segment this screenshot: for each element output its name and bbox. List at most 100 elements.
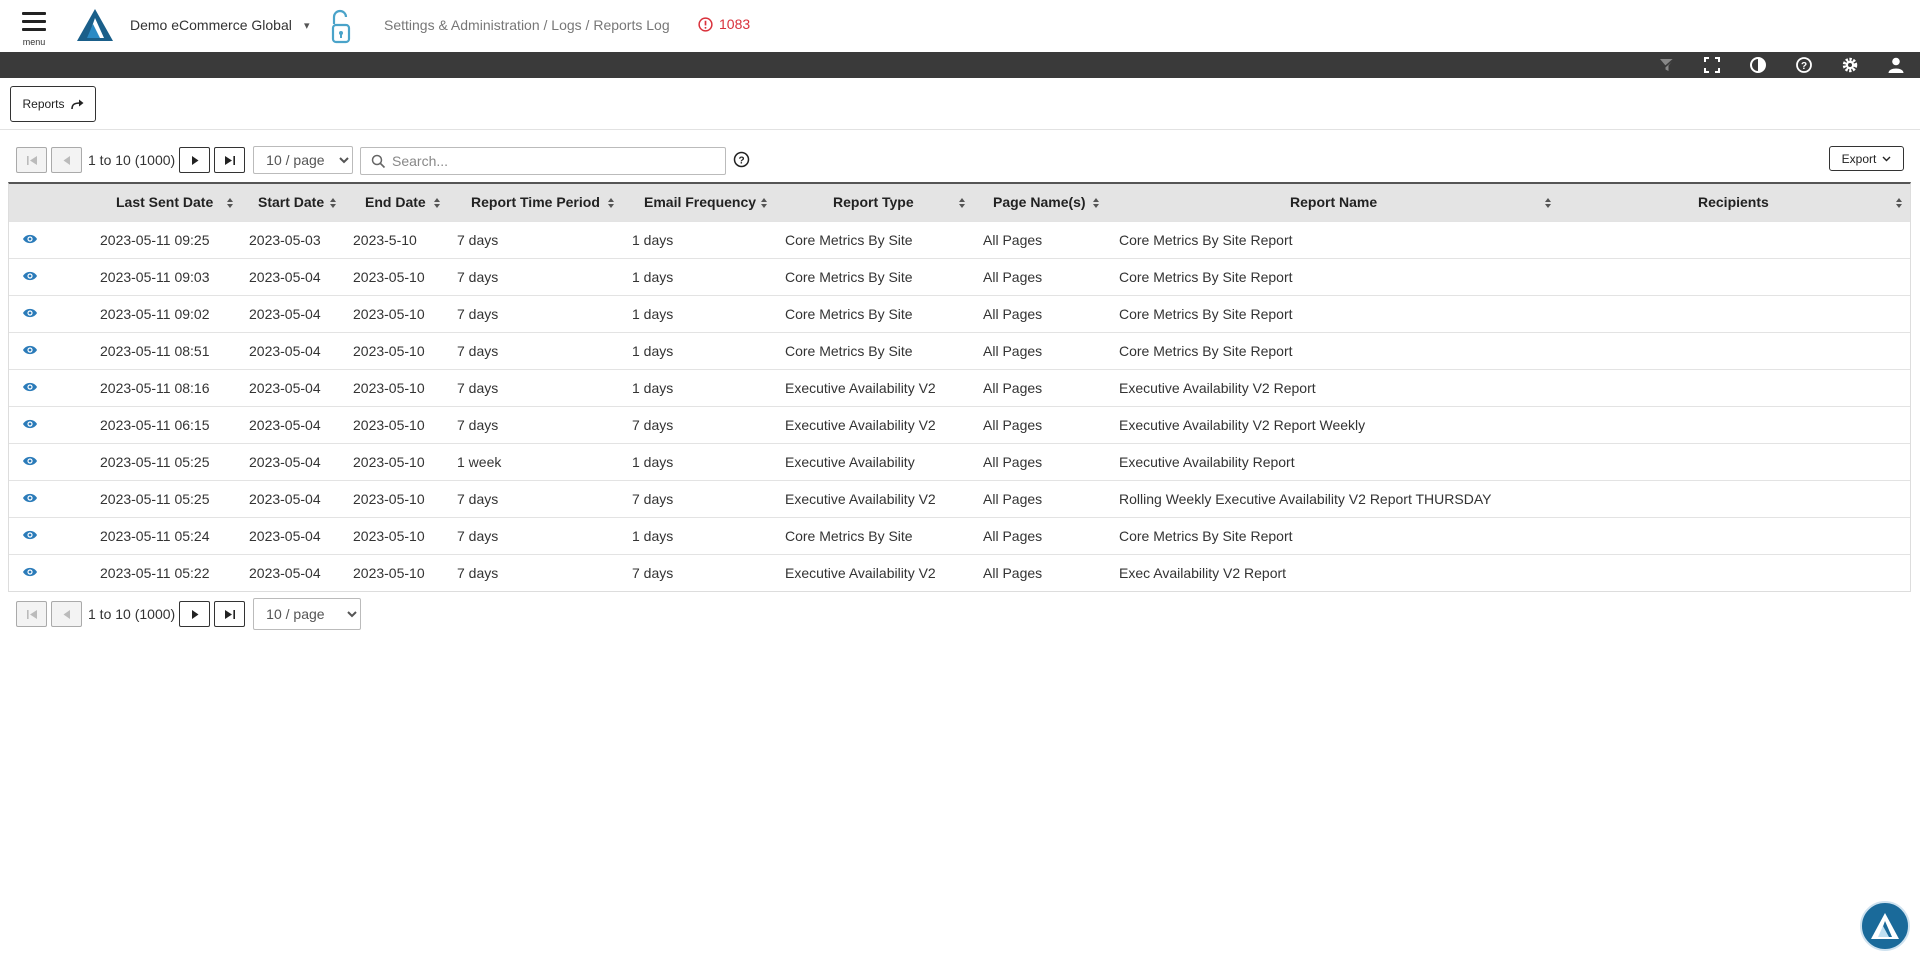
cell-last-sent-date: 2023-05-11 06:15	[100, 417, 210, 433]
search-help-icon[interactable]: ?	[733, 151, 750, 168]
cell-report-name: Executive Availability V2 Report	[1119, 380, 1316, 396]
cell-email-frequency: 1 days	[632, 343, 674, 359]
cell-last-sent-date: 2023-05-11 05:24	[100, 528, 210, 544]
cell-start-date: 2023-05-03	[249, 232, 321, 248]
breadcrumb[interactable]: Settings & Administration / Logs / Repor…	[384, 17, 670, 33]
col-header-recipients[interactable]: Recipients	[1698, 184, 1769, 221]
next-page-button[interactable]	[179, 601, 211, 627]
page-size-select[interactable]: 10 / page 25 / page 50 / page 100 / page	[253, 146, 354, 174]
table-row: 2023-05-11 05:25 2023-05-04 2023-05-10 1…	[9, 443, 1910, 480]
help-icon[interactable]: ?	[1795, 56, 1813, 74]
col-header-report-name[interactable]: Report Name	[1290, 184, 1377, 221]
cell-report-time-period: 7 days	[457, 269, 499, 285]
view-eye-icon[interactable]	[22, 455, 38, 467]
col-header-page-names[interactable]: Page Name(s)	[993, 184, 1086, 221]
cell-last-sent-date: 2023-05-11 09:25	[100, 232, 210, 248]
next-page-icon	[191, 155, 199, 165]
menu-button[interactable]: menu	[20, 10, 48, 47]
alert-indicator[interactable]: 1083	[698, 16, 750, 32]
table-row: 2023-05-11 05:24 2023-05-04 2023-05-10 7…	[9, 517, 1910, 554]
cell-report-time-period: 7 days	[457, 417, 499, 433]
prev-page-icon	[63, 155, 70, 165]
cell-email-frequency: 1 days	[632, 306, 674, 322]
sort-icon[interactable]	[958, 197, 966, 209]
col-header-email-frequency[interactable]: Email Frequency	[644, 184, 756, 221]
cell-start-date: 2023-05-04	[249, 343, 321, 359]
col-header-start-date[interactable]: Start Date	[258, 184, 324, 221]
user-icon[interactable]	[1887, 56, 1905, 74]
search-input[interactable]	[392, 149, 712, 173]
last-page-button[interactable]	[214, 601, 246, 627]
view-eye-icon[interactable]	[22, 529, 38, 541]
cell-report-time-period: 7 days	[457, 528, 499, 544]
share-arrow-icon	[70, 99, 84, 109]
last-page-icon	[224, 155, 235, 165]
prev-page-button[interactable]	[51, 147, 82, 173]
view-eye-icon[interactable]	[22, 233, 38, 245]
view-eye-icon[interactable]	[22, 344, 38, 356]
view-eye-icon[interactable]	[22, 270, 38, 282]
assistant-button[interactable]	[1860, 901, 1910, 951]
cell-last-sent-date: 2023-05-11 09:03	[100, 269, 210, 285]
view-eye-icon[interactable]	[22, 307, 38, 319]
cell-start-date: 2023-05-04	[249, 454, 321, 470]
sort-icon[interactable]	[226, 197, 234, 209]
gear-icon[interactable]	[1841, 56, 1859, 74]
sort-icon[interactable]	[433, 197, 441, 209]
filter-icon[interactable]	[1658, 56, 1676, 74]
view-eye-icon[interactable]	[22, 381, 38, 393]
brand-logo-icon[interactable]	[76, 8, 114, 42]
org-dropdown-icon[interactable]: ▾	[304, 19, 310, 32]
cell-report-name: Exec Availability V2 Report	[1119, 565, 1287, 581]
cell-last-sent-date: 2023-05-11 08:51	[100, 343, 210, 359]
cell-report-type: Executive Availability	[785, 454, 915, 470]
alert-count: 1083	[719, 16, 751, 32]
cell-page-names: All Pages	[983, 380, 1043, 396]
cell-email-frequency: 1 days	[632, 380, 674, 396]
last-page-button[interactable]	[214, 147, 246, 173]
svg-text:?: ?	[1801, 61, 1807, 72]
first-page-button[interactable]	[16, 601, 47, 627]
fullscreen-icon[interactable]	[1703, 56, 1721, 74]
cell-page-names: All Pages	[983, 269, 1043, 285]
cell-report-type: Executive Availability V2	[785, 565, 936, 581]
table-row: 2023-05-11 09:02 2023-05-04 2023-05-10 7…	[9, 295, 1910, 332]
pager-top: 1 to 10 (1000) 10 / page 25 / page 50 / …	[16, 146, 354, 174]
first-page-button[interactable]	[16, 147, 47, 173]
brand-logo-icon	[1871, 913, 1899, 939]
view-eye-icon[interactable]	[22, 492, 38, 504]
cell-email-frequency: 7 days	[632, 565, 674, 581]
contrast-icon[interactable]	[1749, 56, 1767, 74]
cell-page-names: All Pages	[983, 232, 1043, 248]
sort-icon[interactable]	[607, 197, 615, 209]
cell-end-date: 2023-05-10	[353, 269, 425, 285]
sort-icon[interactable]	[329, 197, 337, 209]
cell-page-names: All Pages	[983, 528, 1043, 544]
reports-log-table: Last Sent Date Start Date End Date Repor…	[8, 182, 1911, 592]
unlock-icon[interactable]	[328, 8, 354, 44]
col-header-end-date[interactable]: End Date	[365, 184, 426, 221]
cell-report-type: Executive Availability V2	[785, 417, 936, 433]
cell-report-time-period: 7 days	[457, 380, 499, 396]
cell-start-date: 2023-05-04	[249, 491, 321, 507]
col-header-report-time-period[interactable]: Report Time Period	[471, 184, 600, 221]
org-name[interactable]: Demo eCommerce Global	[130, 17, 292, 33]
sort-icon[interactable]	[760, 197, 768, 209]
cell-start-date: 2023-05-04	[249, 565, 321, 581]
col-header-last-sent-date[interactable]: Last Sent Date	[116, 184, 213, 221]
cell-report-type: Core Metrics By Site	[785, 269, 913, 285]
page-size-select[interactable]: 10 / page 25 / page 50 / page 100 / page	[253, 598, 362, 630]
next-page-button[interactable]	[179, 147, 211, 173]
export-button[interactable]: Export	[1829, 146, 1904, 171]
table-row: 2023-05-11 09:03 2023-05-04 2023-05-10 7…	[9, 258, 1910, 295]
reports-button[interactable]: Reports	[10, 86, 96, 122]
col-header-report-type[interactable]: Report Type	[833, 184, 914, 221]
sort-icon[interactable]	[1092, 197, 1100, 209]
view-eye-icon[interactable]	[22, 566, 38, 578]
sort-icon[interactable]	[1895, 197, 1903, 209]
view-eye-icon[interactable]	[22, 418, 38, 430]
sort-icon[interactable]	[1544, 197, 1552, 209]
prev-page-button[interactable]	[51, 601, 82, 627]
cell-report-time-period: 7 days	[457, 343, 499, 359]
cell-report-time-period: 7 days	[457, 306, 499, 322]
